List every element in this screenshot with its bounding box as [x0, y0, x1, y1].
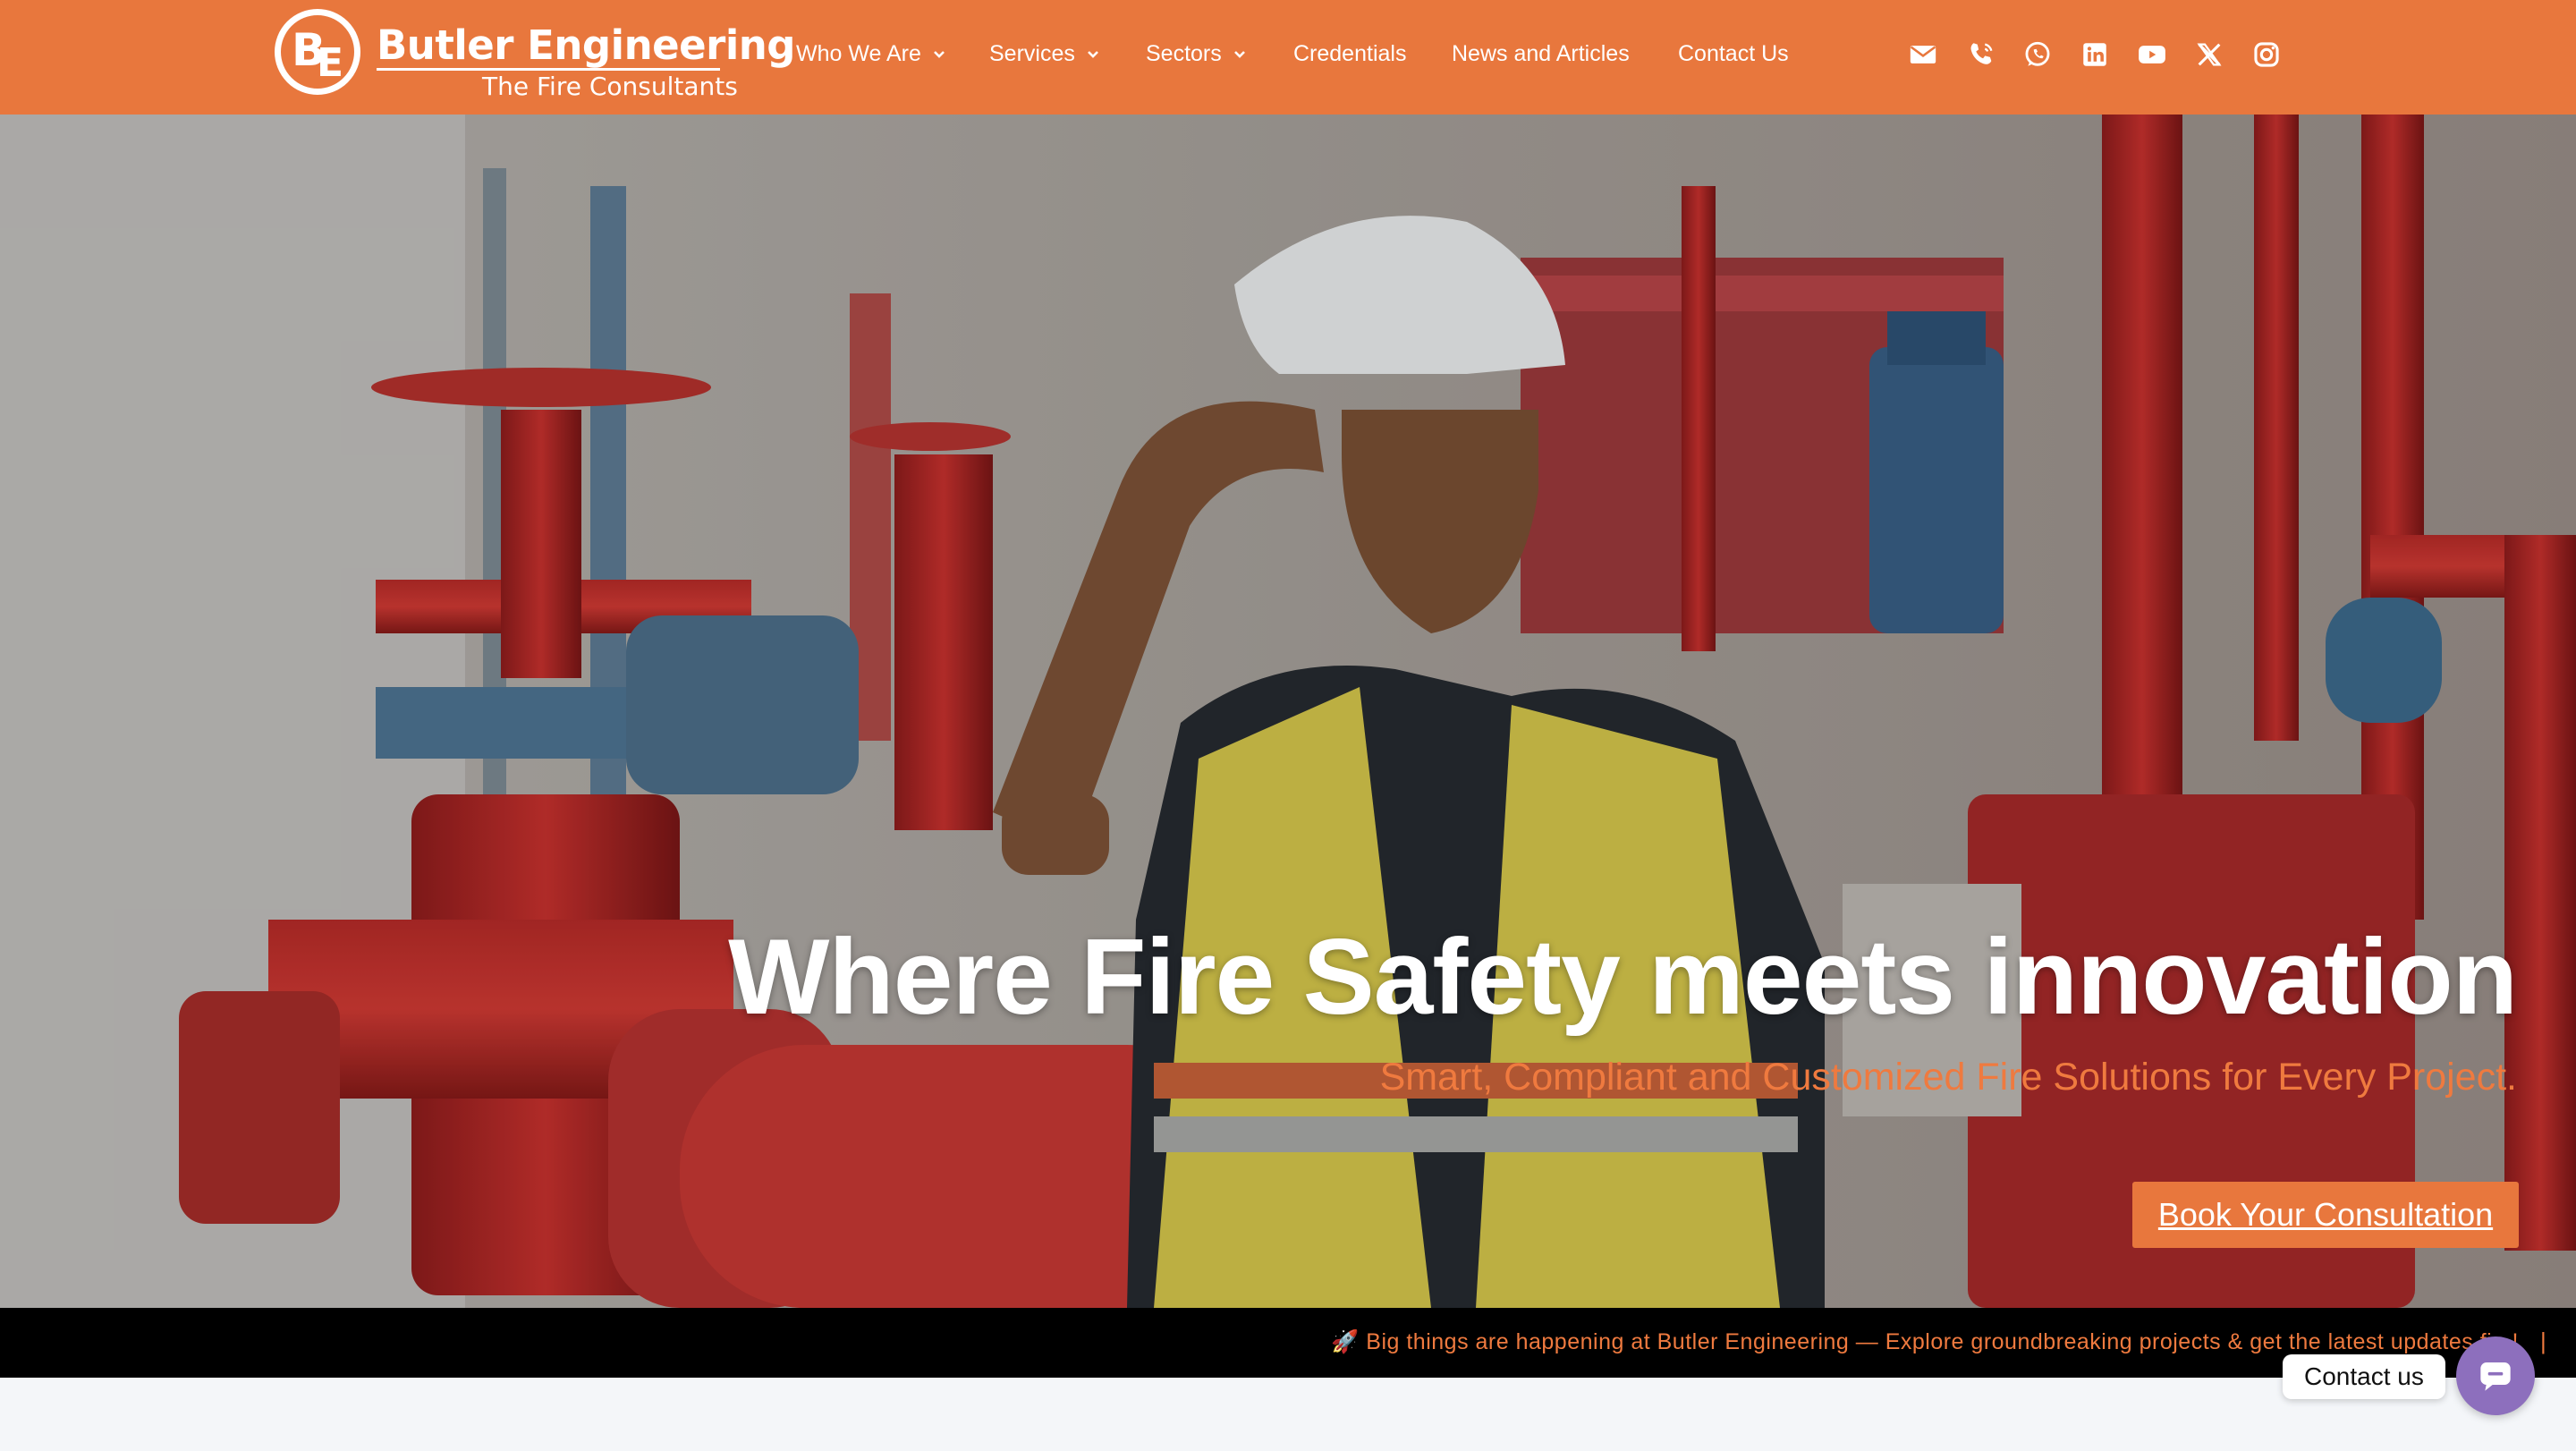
book-consultation-button[interactable]: Book Your Consultation — [2132, 1182, 2519, 1248]
whatsapp-icon[interactable] — [2022, 39, 2053, 70]
nav-who-we-are[interactable]: Who We Are — [796, 41, 946, 67]
youtube-icon[interactable] — [2137, 39, 2167, 70]
contact-us-label[interactable]: Contact us — [2283, 1354, 2445, 1399]
nav-label: Sectors — [1146, 41, 1222, 66]
hero-overlay — [0, 115, 2576, 1308]
nav-contact-us[interactable]: Contact Us — [1678, 41, 1789, 67]
linkedin-icon[interactable] — [2080, 39, 2110, 70]
nav-label: Services — [989, 41, 1075, 66]
nav-label: Credentials — [1293, 41, 1407, 66]
nav-label: Contact Us — [1678, 41, 1789, 66]
announcement-ticker: 🚀 Big things are happening at Butler Eng… — [0, 1308, 2576, 1378]
logo-divider — [377, 68, 720, 71]
nav-label: Who We Are — [796, 41, 921, 66]
phone-icon[interactable] — [1966, 39, 1996, 70]
chat-icon — [2480, 1362, 2511, 1391]
brand-logo[interactable]: B E Butler Engineering The Fire Consulta… — [275, 7, 796, 107]
instagram-icon[interactable] — [2251, 39, 2282, 70]
chevron-down-icon — [1087, 50, 1098, 58]
nav-credentials[interactable]: Credentials — [1293, 41, 1406, 67]
hero-section: Where Fire Safety meets innovation Smart… — [0, 115, 2576, 1308]
x-icon[interactable] — [2194, 39, 2224, 70]
logo-mark-icon: B E — [275, 9, 360, 95]
envelope-icon[interactable] — [1908, 39, 1938, 70]
chevron-down-icon — [933, 50, 945, 58]
nav-sectors[interactable]: Sectors — [1146, 41, 1247, 67]
nav-news-and-articles[interactable]: News and Articles — [1452, 41, 1630, 67]
brand-name: Butler Engineering — [377, 21, 796, 69]
nav-services[interactable]: Services — [989, 41, 1100, 67]
logo-letter-e: E — [317, 40, 344, 86]
chevron-down-icon — [1233, 50, 1245, 58]
hero-headline: Where Fire Safety meets innovation — [728, 917, 2518, 1037]
ticker-separator: | — [2540, 1328, 2546, 1354]
hero-subheadline: Smart, Compliant and Customized Fire Sol… — [1379, 1056, 2517, 1099]
nav-label: News and Articles — [1452, 41, 1630, 66]
brand-tagline: The Fire Consultants — [482, 72, 738, 101]
contact-us-button[interactable] — [2456, 1336, 2535, 1415]
site-header: B E Butler Engineering The Fire Consulta… — [0, 0, 2576, 115]
ticker-text[interactable]: 🚀 Big things are happening at Butler Eng… — [1331, 1329, 2519, 1355]
